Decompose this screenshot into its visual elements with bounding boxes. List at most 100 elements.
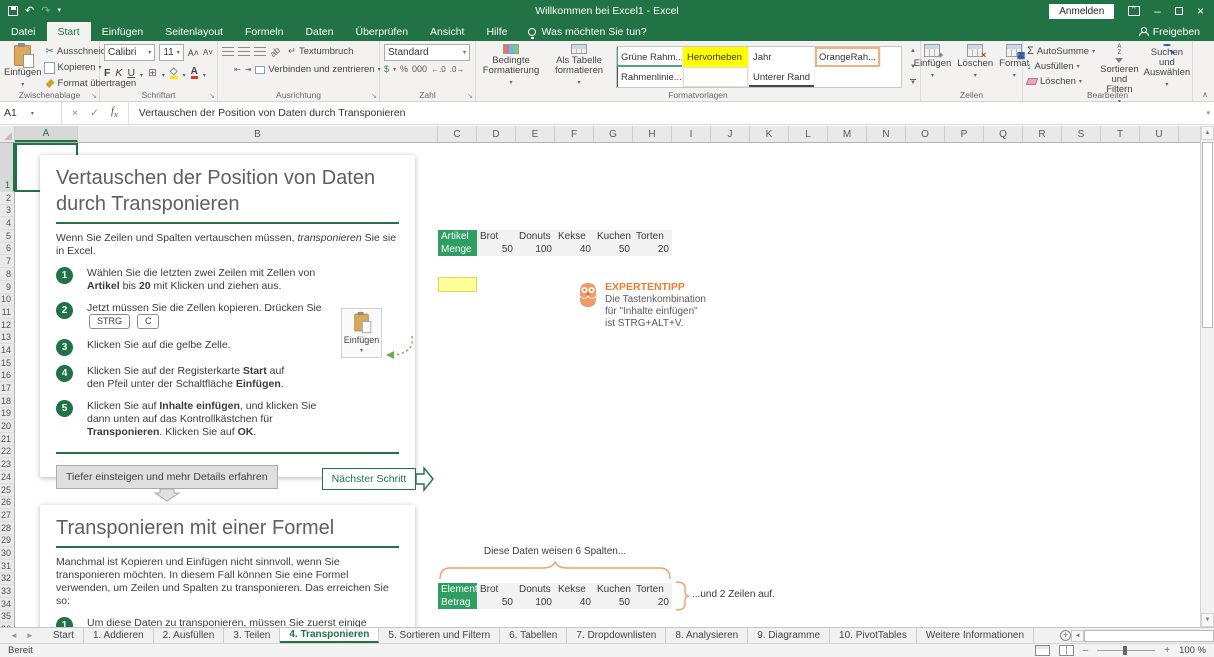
row-header-33[interactable]: 33 <box>0 585 15 598</box>
cell-menge[interactable]: Menge <box>438 243 477 256</box>
underline-button[interactable]: U <box>127 67 135 79</box>
ribbon-tab-hilfe[interactable]: Hilfe <box>475 22 518 41</box>
expand-formula-bar-icon[interactable]: ▾ <box>1206 109 1214 117</box>
ribbon-tab-formeln[interactable]: Formeln <box>234 22 295 41</box>
cell-betrag[interactable]: Betrag <box>438 596 477 609</box>
cell-style-empty[interactable] <box>683 67 749 87</box>
align-middle-icon[interactable] <box>238 47 250 56</box>
column-header-q[interactable]: Q <box>984 126 1023 142</box>
cell-element[interactable]: Element <box>438 583 477 596</box>
increase-decimal-icon[interactable]: ←.0 <box>431 65 446 74</box>
insert-cells-button[interactable]: + Einfügen▾ <box>914 44 952 88</box>
cell-style-rahmenlinie[interactable]: Rahmenlinie... <box>617 67 683 87</box>
cell-donuts[interactable]: Donuts <box>516 230 555 243</box>
cancel-icon[interactable]: × <box>72 107 78 119</box>
row-header-24[interactable]: 24 <box>0 471 15 484</box>
cell-100[interactable]: 100 <box>516 596 555 609</box>
undo-icon[interactable]: ↶ <box>25 6 34 16</box>
cell-style-jahr[interactable]: Jahr <box>749 47 815 67</box>
cell-artikel[interactable]: Artikel <box>438 230 477 243</box>
row-header-27[interactable]: 27 <box>0 509 15 522</box>
column-header-r[interactable]: R <box>1023 126 1062 142</box>
orientation-icon[interactable]: ab <box>268 44 282 58</box>
cell-style-orangerah[interactable]: OrangeRah... <box>815 47 881 67</box>
column-header-g[interactable]: G <box>594 126 633 142</box>
ribbon-tab-seitenlayout[interactable]: Seitenlayout <box>154 22 234 41</box>
tell-me-box[interactable]: Was möchten Sie tun? <box>518 22 656 41</box>
next-step-button[interactable]: Nächster Schritt <box>322 468 417 490</box>
accounting-format-button[interactable]: $ <box>384 64 389 74</box>
row-header-5[interactable]: 5 <box>0 230 15 243</box>
row-header-28[interactable]: 28 <box>0 522 15 535</box>
font-color-button[interactable]: A <box>191 67 198 79</box>
row-header-19[interactable]: 19 <box>0 408 15 421</box>
cell-40[interactable]: 40 <box>555 243 594 256</box>
sheet-tab-9-diagramme[interactable]: 9. Diagramme <box>748 628 830 643</box>
zoom-slider[interactable] <box>1097 650 1155 651</box>
column-header-f[interactable]: F <box>555 126 594 142</box>
horizontal-scroll-thumb[interactable] <box>1084 630 1214 642</box>
row-header-1[interactable]: 1 <box>0 143 15 192</box>
scroll-up-icon[interactable]: ▲ <box>1201 126 1214 140</box>
clear-button[interactable]: Löschen▾ <box>1027 74 1095 88</box>
cell-100[interactable]: 100 <box>516 243 555 256</box>
row-header-23[interactable]: 23 <box>0 458 15 471</box>
wrap-text-button[interactable]: ↵Textumbruch <box>288 44 353 59</box>
yellow-target-cell[interactable] <box>438 277 477 292</box>
customize-qat-icon[interactable]: ▾ <box>57 6 61 16</box>
row-header-9[interactable]: 9 <box>0 281 15 294</box>
borders-button[interactable]: ⊞ <box>148 67 157 79</box>
increase-indent-icon[interactable]: ⇥ <box>245 65 252 74</box>
paste-button[interactable]: Einfügen▾ <box>4 44 42 91</box>
cell-20[interactable]: 20 <box>633 596 672 609</box>
italic-button[interactable]: K <box>115 67 122 79</box>
row-header-16[interactable]: 16 <box>0 370 15 383</box>
cell-style-hervorheben[interactable]: Hervorheben <box>683 47 749 67</box>
cell-kuchen[interactable]: Kuchen <box>594 230 633 243</box>
row-header-2[interactable]: 2 <box>0 192 15 205</box>
row-header-21[interactable]: 21 <box>0 433 15 446</box>
align-top-icon[interactable] <box>222 47 234 56</box>
enter-icon[interactable]: ✓ <box>90 107 99 119</box>
name-box[interactable]: A1 ▾ <box>0 102 62 124</box>
row-header-25[interactable]: 25 <box>0 484 15 497</box>
row-header-34[interactable]: 34 <box>0 598 15 611</box>
comma-style-button[interactable]: 000 <box>412 64 427 74</box>
cell-20[interactable]: 20 <box>633 243 672 256</box>
sort-filter-button[interactable]: AZ Sortieren und Filtern▾ <box>1100 44 1139 88</box>
cell-donuts[interactable]: Donuts <box>516 583 555 596</box>
sheet-tab-1-addieren[interactable]: 1. Addieren <box>84 628 154 643</box>
ribbon-tab-start[interactable]: Start <box>47 22 91 41</box>
vertical-scrollbar[interactable]: ▲ ▼ <box>1200 126 1214 627</box>
dialog-launcher-icon[interactable]: ↘ <box>371 92 377 100</box>
close-button[interactable]: × <box>1197 5 1204 17</box>
scroll-down-icon[interactable]: ▼ <box>1201 613 1214 627</box>
cell-kekse[interactable]: Kekse <box>555 583 594 596</box>
font-size-select[interactable]: 11▾ <box>159 44 183 61</box>
column-header-b[interactable]: B <box>78 126 438 142</box>
cell-kekse[interactable]: Kekse <box>555 230 594 243</box>
dialog-launcher-icon[interactable]: ↘ <box>209 92 215 100</box>
ribbon-display-options-icon[interactable] <box>1128 6 1140 16</box>
row-header-35[interactable]: 35 <box>0 611 15 624</box>
ribbon-tab-überprüfen[interactable]: Überprüfen <box>345 22 420 41</box>
page-break-view-icon[interactable] <box>1059 645 1074 656</box>
row-header-14[interactable]: 14 <box>0 344 15 357</box>
horizontal-scrollbar[interactable]: ◄ ► <box>1071 628 1214 643</box>
column-header-u[interactable]: U <box>1140 126 1179 142</box>
row-header-15[interactable]: 15 <box>0 357 15 370</box>
row-header-11[interactable]: 11 <box>0 306 15 319</box>
shrink-font-button[interactable]: A˅ <box>203 48 213 57</box>
sheet-nav-left-icon[interactable]: ◄ <box>10 631 18 640</box>
column-header-j[interactable]: J <box>711 126 750 142</box>
row-header-17[interactable]: 17 <box>0 382 15 395</box>
grow-font-button[interactable]: A˄ <box>188 48 199 58</box>
row-header-20[interactable]: 20 <box>0 420 15 433</box>
merge-center-button[interactable]: Verbinden und zentrieren▾ <box>255 62 380 77</box>
row-header-22[interactable]: 22 <box>0 446 15 459</box>
cell-50[interactable]: 50 <box>594 243 633 256</box>
row-header-13[interactable]: 13 <box>0 332 15 345</box>
cell-brot[interactable]: Brot <box>477 583 516 596</box>
format-as-table-button[interactable]: Als Tabelle formatieren▾ <box>548 44 610 88</box>
row-header-18[interactable]: 18 <box>0 395 15 408</box>
